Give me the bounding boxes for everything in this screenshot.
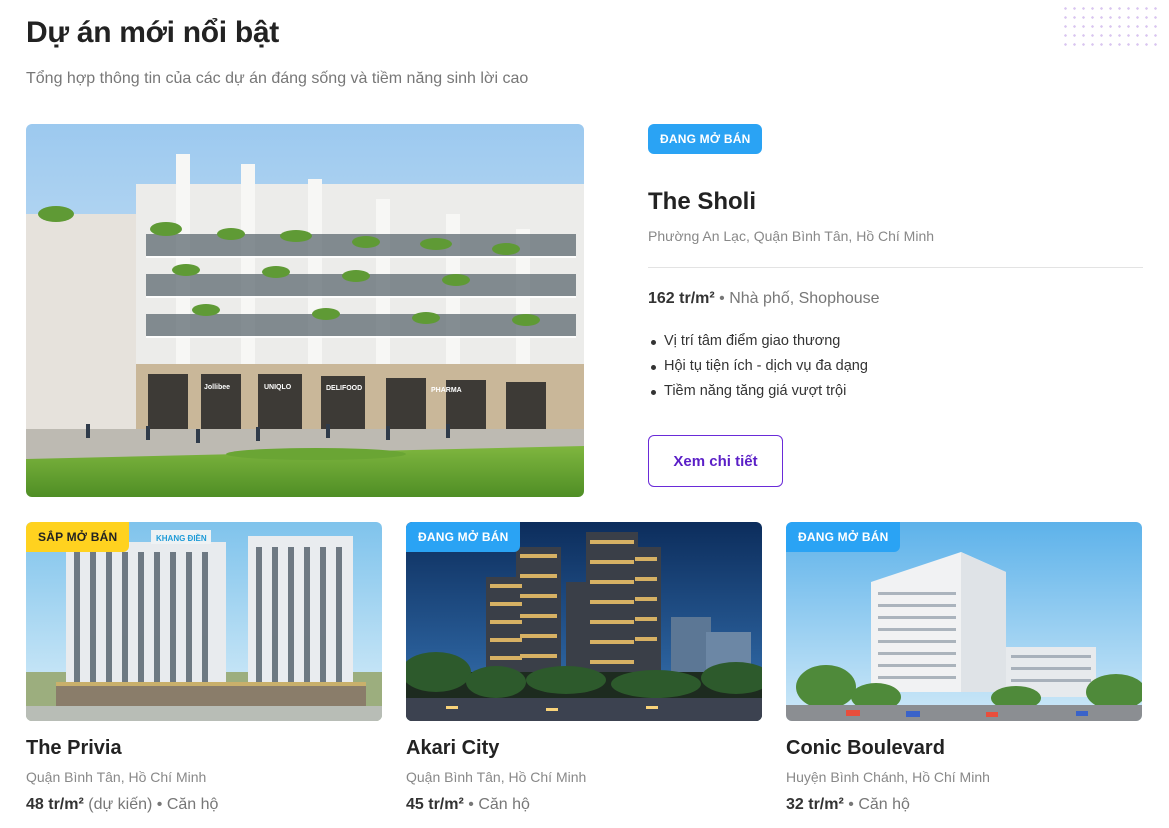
property-type: Căn hộ: [858, 796, 910, 813]
divider: [648, 267, 1143, 268]
status-badge: ĐANG MỞ BÁN: [786, 522, 901, 552]
separator: •: [468, 796, 474, 813]
property-type: Căn hộ: [166, 796, 219, 813]
featured-project-address: Phường An Lạc, Quận Bình Tân, Hồ Chí Min…: [648, 228, 935, 244]
project-card-privia[interactable]: KHANG ĐIỀN SẮP MỞ BÁN The Privia Quận Bì…: [26, 522, 382, 814]
price-value: 48 tr/m²: [26, 796, 84, 813]
project-price-line: 45 tr/m² • Căn hộ: [406, 796, 762, 814]
featured-highlights-list: Vị trí tâm điểm giao thương Hội tụ tiện …: [648, 333, 868, 408]
view-details-button[interactable]: Xem chi tiết: [648, 435, 783, 487]
project-address: Quận Bình Tân, Hồ Chí Minh: [406, 769, 587, 785]
project-card-akari[interactable]: ĐANG MỞ BÁN Akari City Quận Bình Tân, Hồ…: [406, 522, 762, 814]
highlight-item: Vị trí tâm điểm giao thương: [648, 333, 868, 358]
price-note: (dự kiến): [88, 796, 153, 813]
status-badge: ĐANG MỞ BÁN: [406, 522, 521, 552]
project-address: Huyện Bình Chánh, Hồ Chí Minh: [786, 769, 990, 785]
project-price-line: 48 tr/m² (dự kiến) • Căn hộ: [26, 796, 382, 814]
project-name[interactable]: Conic Boulevard: [786, 737, 1142, 760]
price-value: 162 tr/m²: [648, 290, 715, 307]
decorative-dot-pattern: [1061, 4, 1161, 50]
status-badge: ĐANG MỞ BÁN: [648, 124, 763, 154]
property-type: Nhà phố, Shophouse: [729, 290, 880, 307]
highlight-item: Tiềm năng tăng giá vượt trội: [648, 383, 868, 408]
separator: •: [848, 796, 854, 813]
project-address: Quận Bình Tân, Hồ Chí Minh: [26, 769, 207, 785]
property-type: Căn hộ: [478, 796, 530, 813]
project-image[interactable]: ĐANG MỞ BÁN: [406, 522, 762, 721]
storefront-sign: Jollibee: [204, 384, 230, 391]
storefront-sign: DELIFOOD: [326, 385, 362, 392]
price-value: 32 tr/m²: [786, 796, 844, 813]
featured-project-name[interactable]: The Sholi: [648, 188, 756, 216]
project-card-conic[interactable]: ĐANG MỞ BÁN Conic Boulevard Huyện Bình C…: [786, 522, 1142, 814]
project-image[interactable]: KHANG ĐIỀN SẮP MỞ BÁN: [26, 522, 382, 721]
status-badge: SẮP MỞ BÁN: [26, 522, 130, 552]
townhouse-illustration: Jollibee UNIQLO DELIFOOD PHARMA: [26, 124, 584, 497]
project-price-line: 32 tr/m² • Căn hộ: [786, 796, 1142, 814]
highlight-item: Hội tụ tiện ích - dịch vụ đa dạng: [648, 358, 868, 383]
featured-project-price-line: 162 tr/m² • Nhà phố, Shophouse: [648, 290, 880, 308]
project-name[interactable]: Akari City: [406, 737, 762, 760]
section-subtitle: Tổng hợp thông tin của các dự án đáng số…: [26, 70, 529, 87]
price-value: 45 tr/m²: [406, 796, 464, 813]
storefront-sign: PHARMA: [431, 387, 462, 394]
separator: •: [156, 796, 163, 813]
storefront-sign: UNIQLO: [264, 384, 292, 391]
image-sign: KHANG ĐIỀN: [156, 533, 207, 543]
featured-project-image[interactable]: Jollibee UNIQLO DELIFOOD PHARMA: [26, 124, 584, 497]
project-image[interactable]: ĐANG MỞ BÁN: [786, 522, 1142, 721]
project-name[interactable]: The Privia: [26, 737, 382, 760]
section-title: Dự án mới nổi bật: [26, 16, 279, 49]
separator: •: [719, 290, 725, 307]
